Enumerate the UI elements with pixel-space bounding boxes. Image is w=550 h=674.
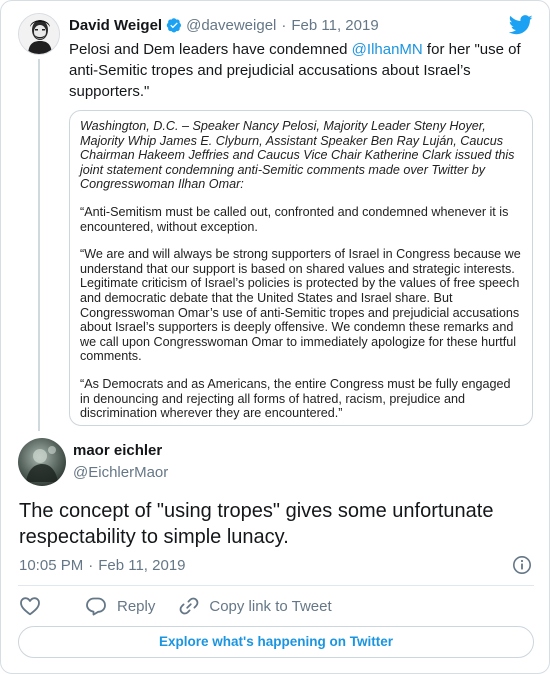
reply-icon: [86, 597, 106, 616]
copy-link-button[interactable]: Copy link to Tweet: [179, 596, 332, 616]
info-icon[interactable]: [512, 555, 532, 580]
link-icon: [179, 597, 199, 615]
copy-link-label: Copy link to Tweet: [209, 597, 332, 615]
explore-twitter-button[interactable]: Explore what's happening on Twitter: [18, 626, 534, 658]
reply-label: Reply: [117, 597, 156, 615]
reply-button[interactable]: Reply: [85, 596, 155, 616]
like-button[interactable]: [19, 596, 51, 616]
author-avatar[interactable]: [18, 438, 66, 486]
statement-paragraph: “We are and will always be strong suppor…: [80, 247, 521, 364]
twitter-bird-icon[interactable]: [508, 15, 533, 40]
author-handle[interactable]: @EichlerMaor: [73, 464, 168, 481]
tweet-time: 10:05 PM: [19, 557, 84, 574]
thread-connector-line: [38, 59, 40, 431]
author-name[interactable]: maor eichler: [73, 442, 162, 459]
tweet-actions: Reply Copy link to Tweet: [19, 595, 332, 617]
divider: [18, 585, 534, 586]
tweet-timestamp[interactable]: 10:05 PM · Feb 11, 2019: [19, 557, 186, 574]
tweet-text: The concept of "using tropes" gives some…: [19, 500, 494, 548]
quoted-tweet-text: Pelosi and Dem leaders have condemned @I…: [69, 39, 531, 102]
statement-image[interactable]: Washington, D.C. – Speaker Nancy Pelosi,…: [69, 110, 533, 426]
quoted-tweet-header: David Weigel @daveweigel · Feb 11, 2019: [69, 15, 379, 35]
quoted-tweet-text-part: Pelosi and Dem leaders have condemned: [69, 41, 352, 58]
quoted-author-name[interactable]: David Weigel: [69, 17, 162, 34]
quoted-author-avatar[interactable]: [18, 13, 60, 55]
tweet-embed-card: David Weigel @daveweigel · Feb 11, 2019 …: [0, 0, 550, 674]
verified-badge-icon: [166, 17, 182, 33]
header-separator: ·: [281, 16, 287, 34]
tweet-date: Feb 11, 2019: [98, 557, 186, 574]
statement-paragraph: “Anti-Semitism must be called out, confr…: [80, 204, 509, 234]
mention-link[interactable]: @IlhanMN: [352, 41, 423, 58]
heart-icon: [20, 597, 40, 616]
quoted-tweet-date[interactable]: Feb 11, 2019: [291, 17, 378, 34]
statement-lead: Washington, D.C. – Speaker Nancy Pelosi,…: [80, 119, 515, 192]
statement-paragraph: “As Democrats and as Americans, the enti…: [80, 376, 511, 421]
quoted-author-handle[interactable]: @daveweigel: [186, 17, 276, 34]
timestamp-separator: ·: [88, 557, 94, 574]
